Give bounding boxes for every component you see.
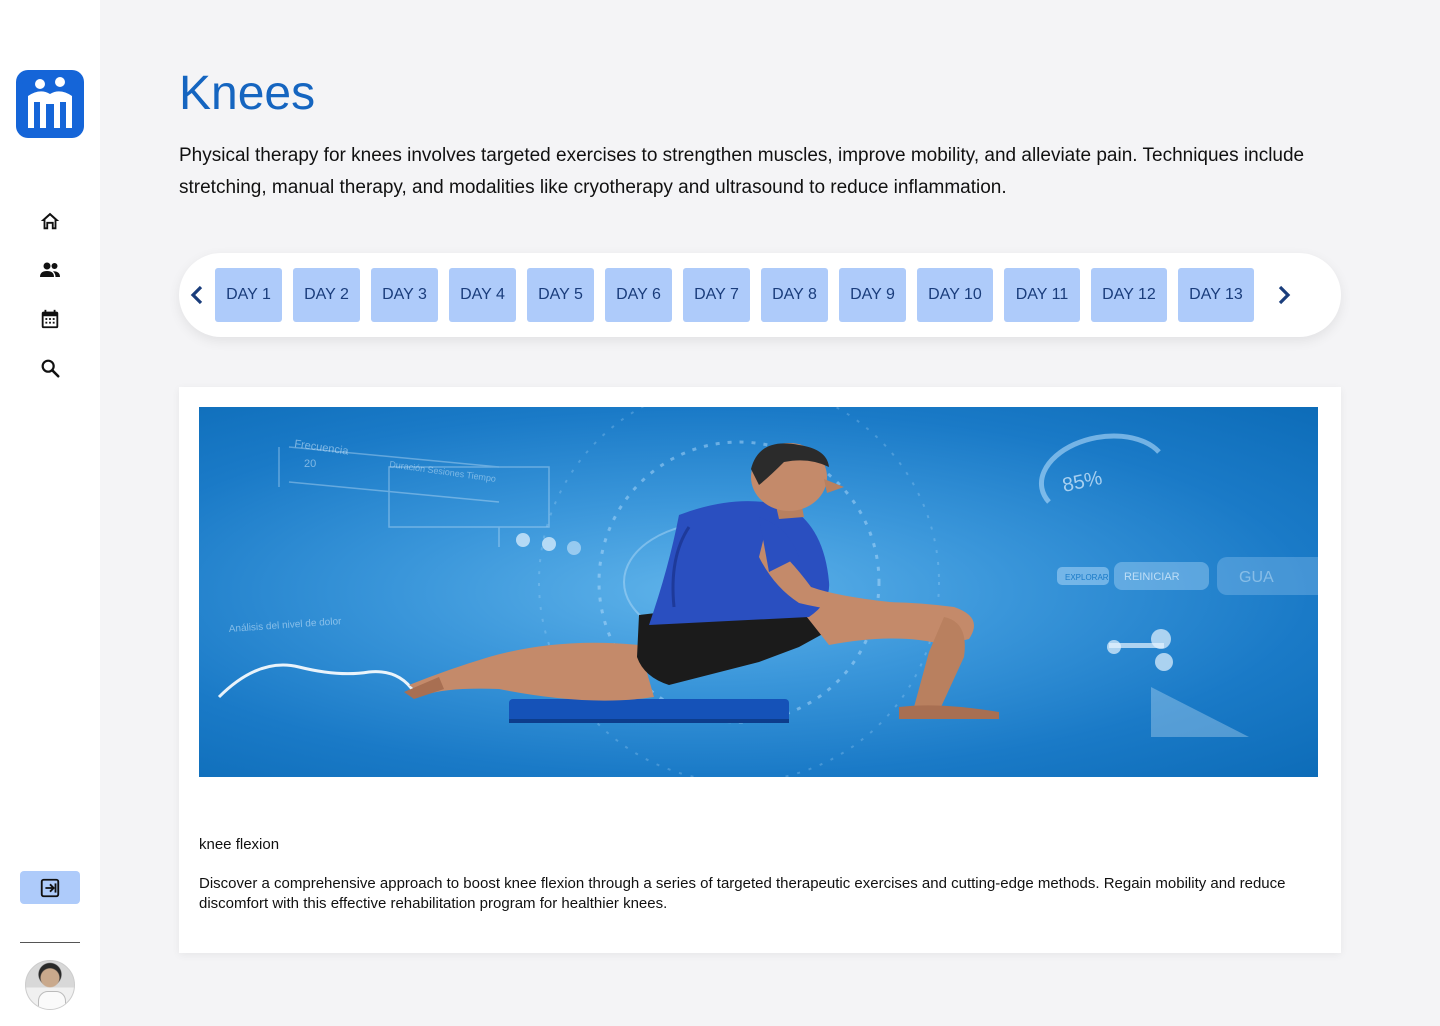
people-icon (40, 262, 60, 277)
overlay-percent: 85% (1060, 467, 1104, 497)
calendar-icon (41, 309, 59, 329)
day-button-9[interactable]: DAY 9 (839, 268, 906, 322)
logout-icon (40, 878, 60, 897)
day-button-5[interactable]: DAY 5 (527, 268, 594, 322)
day-button-13[interactable]: DAY 13 (1178, 268, 1254, 322)
search-icon (41, 359, 60, 378)
day-button-6[interactable]: DAY 6 (605, 268, 672, 322)
overlay-frequency-value: 20 (304, 458, 316, 470)
sidebar-divider (20, 942, 80, 943)
logout-button[interactable] (20, 871, 80, 904)
nav-patients[interactable] (37, 257, 63, 283)
exercise-image: Frecuencia 20 Duración Sesiones Tiempo A… (199, 407, 1318, 777)
overlay-frequency-label: Frecuencia (294, 438, 350, 458)
next-days-button[interactable] (1272, 281, 1296, 309)
day-button-8[interactable]: DAY 8 (761, 268, 828, 322)
sidebar (0, 0, 100, 1026)
clinic-logo[interactable] (16, 70, 84, 138)
prev-days-button[interactable] (185, 281, 209, 309)
day-button-1[interactable]: DAY 1 (215, 268, 282, 322)
day-button-10[interactable]: DAY 10 (917, 268, 993, 322)
day-button-2[interactable]: DAY 2 (293, 268, 360, 322)
nav-search[interactable] (37, 355, 63, 381)
nav-home[interactable] (37, 208, 63, 234)
overlay-table-header: Duración Sesiones Tiempo (389, 459, 497, 484)
page-description: Physical therapy for knees involves targ… (179, 145, 1305, 198)
overlay-chart-label: Análisis del nivel de dolor (228, 616, 342, 635)
day-button-3[interactable]: DAY 3 (371, 268, 438, 322)
page-title: Knees (179, 67, 316, 120)
home-icon (40, 212, 60, 230)
nav-calendar[interactable] (37, 306, 63, 332)
exercise-card: Frecuencia 20 Duración Sesiones Tiempo A… (179, 387, 1341, 953)
overlay-button-3: GUA (1239, 569, 1274, 586)
day-button-7[interactable]: DAY 7 (683, 268, 750, 322)
day-button-4[interactable]: DAY 4 (449, 268, 516, 322)
exercise-title: knee flexion (199, 836, 280, 853)
day-button-11[interactable]: DAY 11 (1004, 268, 1080, 322)
overlay-button-1: EXPLORAR (1065, 573, 1109, 582)
day-button-12[interactable]: DAY 12 (1091, 268, 1167, 322)
exercise-description: Discover a comprehensive approach to boo… (199, 875, 1286, 912)
overlay-button-2: REINICIAR (1124, 571, 1180, 583)
clinic-logo-icon (22, 76, 78, 132)
chevron-right-icon (1278, 285, 1291, 305)
day-selector: DAY 1 DAY 2 DAY 3 DAY 4 DAY 5 DAY 6 DAY 7 DAY 8… (179, 253, 1341, 337)
chevron-left-icon (190, 285, 203, 305)
user-avatar[interactable] (25, 960, 75, 1010)
exercise-illustration: Frecuencia 20 Duración Sesiones Tiempo A… (217, 407, 1318, 777)
